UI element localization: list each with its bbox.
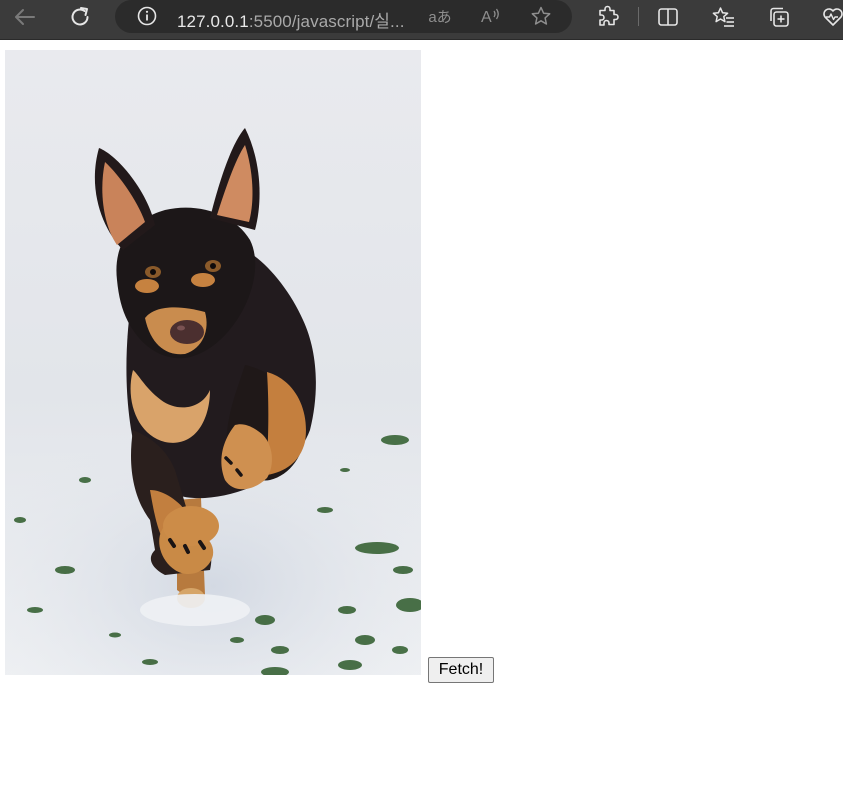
split-screen-button[interactable] bbox=[654, 3, 682, 31]
url-host: 127.0.0.1 bbox=[177, 12, 249, 31]
browser-toolbar: 127.0.0.1:5500/javascript/실... aあ A bbox=[0, 0, 843, 40]
collections-icon bbox=[770, 7, 789, 27]
reload-button[interactable] bbox=[63, 2, 97, 32]
puzzle-icon bbox=[599, 5, 619, 26]
split-screen-icon bbox=[658, 8, 678, 26]
fetch-button[interactable]: Fetch! bbox=[428, 657, 494, 683]
read-mode-icon: aあ bbox=[428, 8, 452, 26]
read-aloud-button[interactable]: A bbox=[479, 5, 503, 27]
url-path: :5500/javascript/실... bbox=[248, 12, 405, 31]
info-icon bbox=[137, 6, 157, 26]
site-info-button[interactable] bbox=[137, 6, 157, 26]
back-arrow-icon bbox=[15, 9, 35, 25]
extensions-button[interactable] bbox=[594, 3, 622, 31]
favorites-icon bbox=[712, 7, 734, 27]
toolbar-divider bbox=[638, 7, 639, 26]
read-aloud-icon: A bbox=[481, 8, 499, 26]
dog-photo-graphic bbox=[5, 50, 421, 675]
star-icon bbox=[531, 6, 551, 25]
dog-image bbox=[5, 50, 421, 675]
immersive-reader-button[interactable]: aあ bbox=[428, 5, 452, 27]
address-bar[interactable]: 127.0.0.1:5500/javascript/실... aあ A bbox=[115, 0, 572, 33]
url-text[interactable]: 127.0.0.1:5500/javascript/실... bbox=[177, 7, 405, 32]
browser-essentials-button[interactable] bbox=[819, 3, 843, 31]
svg-text:A: A bbox=[481, 9, 492, 26]
back-button[interactable] bbox=[8, 2, 42, 32]
collections-button[interactable] bbox=[765, 3, 793, 31]
reload-icon bbox=[71, 7, 89, 26]
browser-essentials-icon bbox=[823, 8, 843, 26]
favorites-button[interactable] bbox=[710, 3, 738, 31]
add-favorite-button[interactable] bbox=[529, 5, 553, 27]
